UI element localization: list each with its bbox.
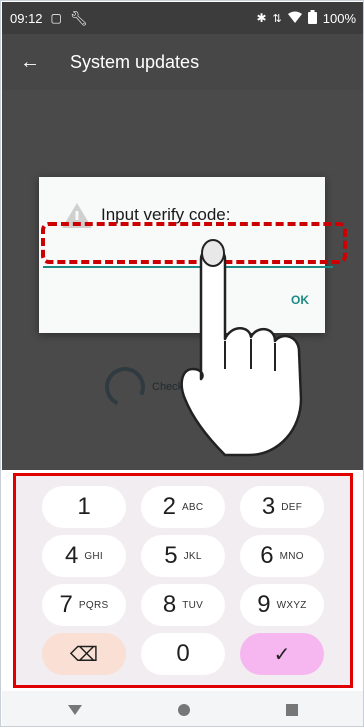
key-7[interactable]: 7 PQRS xyxy=(42,584,126,626)
key-1[interactable]: 1 xyxy=(42,486,126,528)
key-4[interactable]: 4 GHI xyxy=(42,535,126,577)
key-6[interactable]: 6 MNO xyxy=(240,535,324,577)
nav-home-icon[interactable] xyxy=(178,703,190,716)
key-2[interactable]: 2 ABC xyxy=(141,486,225,528)
pointing-hand-icon xyxy=(180,239,303,457)
key-9[interactable]: 9 WXYZ xyxy=(240,584,324,626)
wifi-icon xyxy=(287,11,302,26)
bluetooth-icon: ✱ xyxy=(256,11,267,25)
status-bar: 09:12 ▢ 🔧︎ ✱ ⇅ 100% xyxy=(2,2,363,34)
wrench-icon: 🔧︎ xyxy=(69,9,88,26)
battery-level: 100% xyxy=(322,10,356,26)
key-0[interactable]: 0 xyxy=(141,633,225,675)
battery-icon xyxy=(307,9,317,27)
enter-key[interactable]: ✓ xyxy=(240,633,324,675)
navigation-bar xyxy=(2,691,363,726)
nav-back-icon[interactable] xyxy=(68,704,82,715)
page-title: System updates xyxy=(70,51,200,72)
backspace-key[interactable]: ⌫ xyxy=(42,633,126,675)
key-8[interactable]: 8 TUV xyxy=(141,584,225,626)
app-bar: ← System updates xyxy=(2,34,363,90)
checkmark-icon: ✓ xyxy=(273,643,291,666)
arrow-left-icon[interactable]: ← xyxy=(2,51,58,74)
numeric-keypad: 1 2 ABC 3 DEF 4 GHI 5 JKL 6 MNO 7 PQRS 8 TUV xyxy=(13,473,353,688)
key-3[interactable]: 3 DEF xyxy=(240,486,324,528)
key-5[interactable]: 5 JKL xyxy=(141,535,225,577)
data-arrows-icon: ⇅ xyxy=(272,12,282,25)
backspace-icon: ⌫ xyxy=(69,643,99,666)
phone-screen: 09:12 ▢ 🔧︎ ✱ ⇅ 100% ← System updates Che… xyxy=(0,0,364,727)
nav-recents-icon[interactable] xyxy=(286,703,298,716)
sim-icon: ▢ xyxy=(50,11,62,25)
status-time: 09:12 xyxy=(10,10,43,26)
